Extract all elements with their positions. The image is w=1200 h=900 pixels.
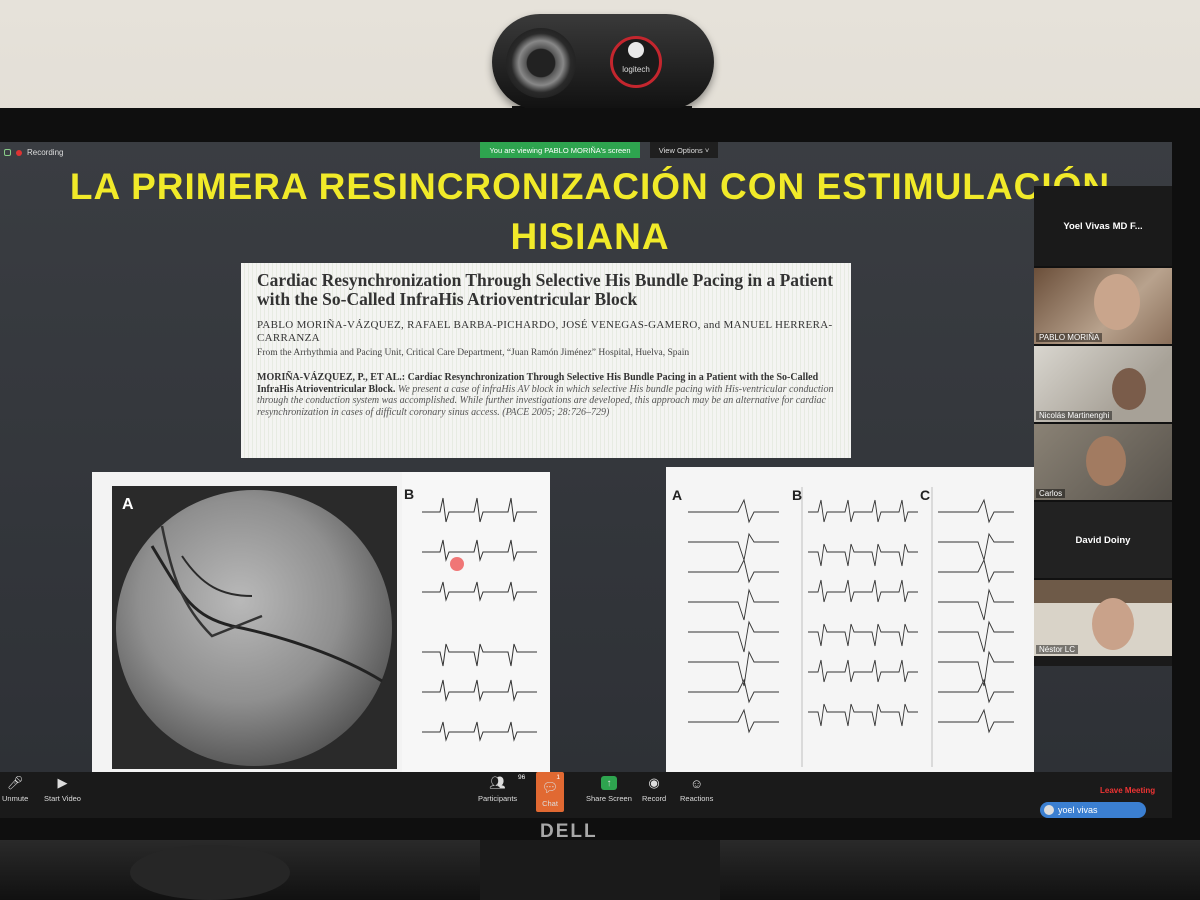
chat-icon: 💬︎ <box>541 780 559 795</box>
people-icon: 👥︎ <box>489 775 506 790</box>
paper-authors: PABLO MORIÑA-VÁZQUEZ, RAFAEL BARBA-PICHA… <box>257 319 833 344</box>
slide-title-line1: LA PRIMERA RESINCRONIZACIÓN CON ESTIMULA… <box>69 166 1111 207</box>
view-options-label: View Options ˅ <box>658 145 710 155</box>
record-button[interactable]: ◉ Record <box>642 775 667 803</box>
avatar <box>1044 805 1054 815</box>
start-video-button[interactable]: ▶ Start Video <box>44 775 81 803</box>
webcam-lens <box>506 28 576 98</box>
monitor-brand-logo: DELL <box>540 821 598 842</box>
panel-label-a: A <box>122 496 134 513</box>
record-dot-icon <box>16 149 22 156</box>
abstract-citation: (PACE 2005; 28:726–729) <box>502 406 610 418</box>
shared-screen: Recording You are viewing PABLO MORIÑA's… <box>0 142 1172 773</box>
ecg-strips <box>688 487 1014 767</box>
ecg-panel-b: B <box>402 472 550 772</box>
participant-face <box>1112 368 1146 410</box>
host-name[interactable]: Yoel Vivas MD F... <box>1034 186 1172 266</box>
reactions-label: Reactions <box>680 794 714 803</box>
record-label: Record <box>642 794 667 803</box>
participant-face <box>1092 598 1134 650</box>
active-speaker-bubble[interactable]: yoel vivas <box>1040 802 1146 818</box>
speaker <box>130 845 290 900</box>
slide-title-line2: HISIANA <box>510 216 670 257</box>
paper-excerpt: Cardiac Resynchronization Through Select… <box>241 263 851 458</box>
ecg-traces <box>422 497 537 742</box>
paper-title: Cardiac Resynchronization Through Select… <box>257 270 834 309</box>
share-screen-button[interactable]: ↑ Share Screen <box>586 776 632 803</box>
figure-fluoroscopy-ecg: A B <box>92 472 550 772</box>
participant-name: Carlos <box>1036 489 1066 498</box>
view-options-button[interactable]: View Options ˅ <box>650 142 718 158</box>
participant-tile[interactable]: Carlos <box>1034 422 1172 500</box>
participant-name: PABLO MORIÑA <box>1036 333 1103 342</box>
viewing-text: You are viewing PABLO MORIÑA's screen <box>489 145 631 155</box>
participant-name: Nicolás Martinenghi <box>1036 411 1113 420</box>
viewing-banner: You are viewing PABLO MORIÑA's screen <box>480 142 640 158</box>
slide-title: LA PRIMERA RESINCRONIZACIÓN CON ESTIMULA… <box>10 162 1170 262</box>
active-speaker-name: yoel vivas <box>1058 805 1098 815</box>
figure-ecg-comparison: A B C <box>666 467 1034 773</box>
zoom-window: Recording You are viewing PABLO MORIÑA's… <box>0 142 1172 818</box>
share-label: Share Screen <box>586 794 632 803</box>
unmute-label: Unmute <box>2 794 29 803</box>
paper-abstract: MORIÑA-VÁZQUEZ, P., ET AL.: Cardiac Resy… <box>257 372 835 418</box>
host-label: Yoel Vivas MD F... <box>1063 220 1143 232</box>
smiley-icon: ☺ <box>690 775 704 791</box>
participant-tile[interactable]: David Doiny <box>1034 500 1172 578</box>
photo-scene: logitech Recording You are viewing PABLO… <box>0 0 1200 900</box>
start-video-label: Start Video <box>44 794 81 803</box>
chat-count: 1 <box>556 774 560 781</box>
leave-meeting-button[interactable]: Leave Meeting <box>1100 786 1155 795</box>
fluoroscopy-image: A <box>112 486 397 769</box>
security-icon <box>4 149 11 156</box>
participants-button[interactable]: 👥︎ Participants 96 <box>478 774 525 803</box>
chat-label: Chat <box>542 799 558 808</box>
reactions-button[interactable]: ☺ Reactions <box>680 775 714 804</box>
microphone-icon: 🎤︎ <box>6 775 24 790</box>
participants-label: Participants <box>478 794 518 803</box>
participant-tile[interactable]: PABLO MORIÑA <box>1034 266 1172 344</box>
recording-indicator: Recording <box>4 148 63 157</box>
participants-count: 96 <box>517 774 526 781</box>
participant-face <box>1094 274 1140 330</box>
record-icon: ◉ <box>648 775 660 790</box>
recording-label: Recording <box>27 148 64 157</box>
webcam: logitech <box>492 14 714 110</box>
camera-icon: ▶ <box>57 775 68 790</box>
participant-tile[interactable]: Néstor LC <box>1034 578 1172 656</box>
participant-name: Néstor LC <box>1036 645 1079 654</box>
lead-wires <box>150 525 383 683</box>
participant-tile[interactable]: Nicolás Martinenghi <box>1034 344 1172 422</box>
participants-panel: Yoel Vivas MD F... PABLO MORIÑA Nicolás … <box>1034 186 1172 666</box>
meeting-toolbar: 🎤︎ Unmute ▶ Start Video 👥︎ Participants … <box>0 772 1172 818</box>
participant-face <box>1086 436 1126 486</box>
paper-affiliation: From the Arrhythmia and Pacing Unit, Cri… <box>257 348 690 358</box>
chat-button[interactable]: 💬︎ Chat 1 <box>536 772 564 812</box>
monitor-stand <box>480 840 720 900</box>
share-icon: ↑ <box>600 776 617 790</box>
unmute-button[interactable]: 🎤︎ Unmute <box>2 775 29 803</box>
participant-name: David Doiny <box>1075 534 1131 546</box>
webcam-logo-mark <box>628 42 644 58</box>
